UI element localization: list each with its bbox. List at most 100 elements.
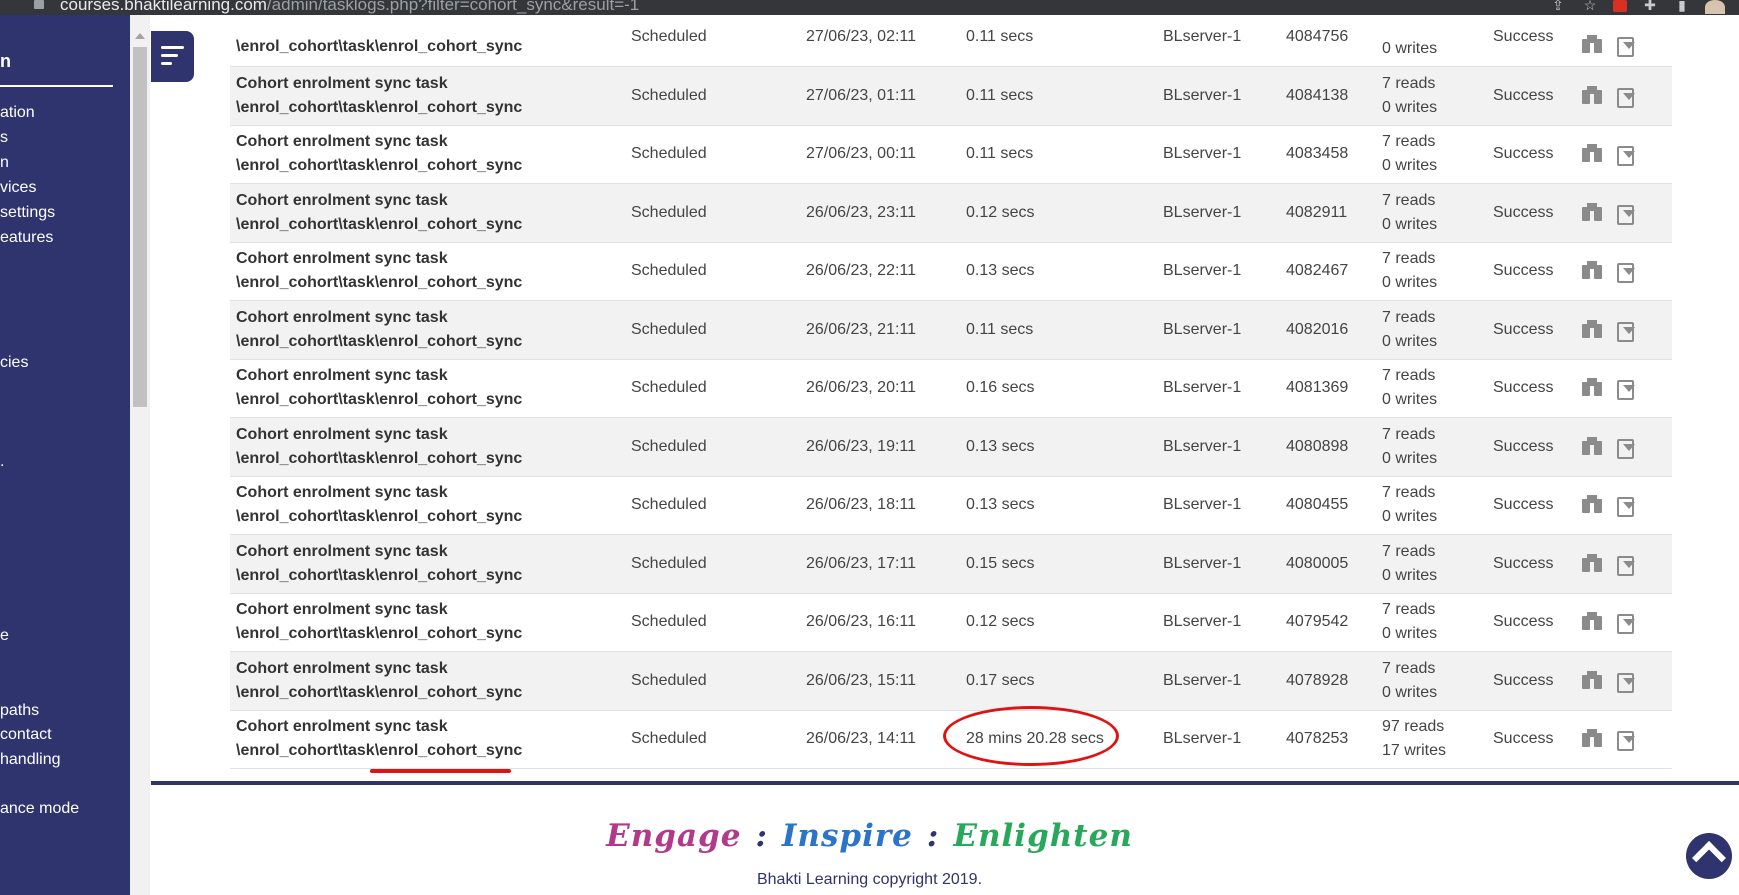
task-db-cell: 7 reads 0 writes — [1382, 481, 1437, 529]
task-time: 26/06/23, 16:11 — [806, 613, 917, 631]
task-type: Scheduled — [631, 379, 707, 397]
task-pid: 4082467 — [1286, 262, 1349, 280]
nav-item-maintenance-mode[interactable]: ance mode — [0, 800, 79, 818]
nav-item-features[interactable]: eatures — [0, 229, 53, 247]
task-db-cell: 7 reads 0 writes — [1382, 540, 1437, 588]
nav-item-policies[interactable]: cies — [0, 354, 28, 372]
task-db-cell: 97 reads 17 writes — [1382, 715, 1446, 763]
menu-icon — [161, 46, 184, 49]
view-log-icon[interactable] — [1582, 670, 1602, 689]
drawer-toggle-button[interactable] — [151, 31, 194, 82]
download-log-icon[interactable] — [1614, 261, 1635, 284]
table-row: Cohort enrolment sync task \enrol_cohort\… — [230, 594, 1672, 652]
download-log-icon[interactable] — [1614, 671, 1635, 693]
view-log-icon[interactable] — [1582, 495, 1602, 514]
task-duration: 0.13 secs — [966, 496, 1035, 514]
view-log-icon[interactable] — [1582, 261, 1602, 280]
download-log-icon[interactable] — [1614, 612, 1635, 635]
row-actions — [1582, 261, 1635, 284]
task-classname: \enrol_cohort\task\enrol_cohort_sync — [236, 449, 523, 467]
tagline-engage: Engage — [606, 818, 742, 854]
task-writes: 17 writes — [1382, 742, 1447, 760]
download-log-icon[interactable] — [1614, 86, 1635, 108]
nav-item-users[interactable]: s — [0, 129, 8, 147]
nav-item-contact[interactable]: contact — [0, 726, 52, 744]
nav-item-notifications[interactable]: ation — [0, 104, 35, 122]
nav-item-e[interactable]: e — [0, 627, 9, 645]
download-log-icon[interactable] — [1614, 144, 1635, 167]
nav-item-paths[interactable]: paths — [0, 702, 39, 720]
scroll-up-arrow[interactable] — [135, 33, 145, 39]
view-log-icon[interactable] — [1582, 202, 1602, 221]
task-name-cell: Cohort enrolment sync task \enrol_cohort\… — [236, 130, 522, 178]
view-log-icon[interactable] — [1582, 553, 1602, 572]
view-log-icon[interactable] — [1582, 85, 1602, 104]
task-result: Success — [1493, 613, 1554, 631]
annotation-underline — [370, 769, 511, 773]
task-writes: 0 writes — [1382, 98, 1438, 116]
lock-icon — [34, 0, 44, 9]
task-pid: 4082016 — [1286, 320, 1349, 338]
download-log-icon[interactable] — [1614, 203, 1635, 225]
row-actions — [1582, 612, 1635, 635]
view-log-icon[interactable] — [1582, 729, 1602, 748]
task-reads: 7 reads — [1382, 659, 1436, 677]
task-host: BLserver-1 — [1163, 496, 1242, 514]
view-log-icon[interactable] — [1582, 35, 1602, 53]
share-icon[interactable]: ⇪ — [1549, 0, 1567, 12]
row-actions — [1582, 378, 1635, 401]
task-reads: 7 reads — [1382, 74, 1436, 92]
download-log-icon[interactable] — [1614, 495, 1635, 518]
task-name: Cohort enrolment sync task — [236, 74, 448, 92]
task-pid: 4080898 — [1286, 437, 1349, 455]
view-log-icon[interactable] — [1582, 436, 1602, 455]
task-name-cell: Cohort enrolment sync task \enrol_cohort\… — [236, 657, 522, 705]
task-duration: 0.11 secs — [966, 145, 1034, 163]
download-log-icon[interactable] — [1614, 437, 1635, 459]
row-actions — [1582, 670, 1635, 693]
extension-shield-icon[interactable] — [1613, 0, 1627, 12]
task-classname: \enrol_cohort\task\enrol_cohort_sync — [236, 625, 523, 643]
view-log-icon[interactable] — [1582, 144, 1602, 163]
task-classname: \enrol_cohort\task\enrol_cohort_sync — [236, 742, 523, 760]
view-log-icon[interactable] — [1582, 612, 1602, 631]
download-log-icon[interactable] — [1614, 554, 1635, 576]
task-time: 27/06/23, 00:11 — [806, 145, 917, 163]
sidebar-scrollbar[interactable] — [130, 15, 150, 895]
nav-item-handling[interactable]: handling — [0, 751, 61, 769]
view-log-icon[interactable] — [1582, 319, 1602, 338]
task-duration: 0.16 secs — [966, 379, 1035, 397]
download-log-icon[interactable] — [1614, 320, 1635, 342]
nav-item-admin[interactable]: n — [0, 154, 9, 172]
task-pid: 4078253 — [1286, 730, 1349, 748]
task-type: Scheduled — [631, 320, 707, 338]
task-reads: 7 reads — [1382, 425, 1436, 443]
address-bar[interactable]: courses.bhaktilearning.com/admin/tasklog… — [60, 0, 639, 15]
star-icon[interactable]: ☆ — [1581, 0, 1599, 12]
nav-item-misc[interactable]: . — [0, 453, 4, 471]
puzzle-icon[interactable]: ✚ — [1641, 0, 1659, 12]
back-to-top-button[interactable] — [1686, 833, 1732, 879]
task-pid: 4084138 — [1286, 86, 1349, 104]
row-actions — [1582, 436, 1635, 459]
task-host: BLserver-1 — [1163, 28, 1242, 45]
nav-item-settings[interactable]: settings — [0, 204, 55, 222]
menu-icon-line — [161, 54, 178, 57]
task-writes: 0 writes — [1382, 157, 1438, 175]
scrollbar-thumb[interactable] — [133, 47, 147, 407]
profile-avatar[interactable] — [1705, 0, 1725, 14]
view-log-icon[interactable] — [1582, 378, 1602, 397]
nav-item-services[interactable]: vices — [0, 179, 36, 197]
download-log-icon[interactable] — [1614, 378, 1635, 401]
task-result: Success — [1493, 203, 1554, 221]
task-type: Scheduled — [631, 28, 707, 45]
download-log-icon[interactable] — [1614, 35, 1635, 57]
task-result: Success — [1493, 320, 1554, 338]
task-time: 26/06/23, 23:11 — [806, 203, 917, 221]
download-log-icon[interactable] — [1614, 729, 1635, 752]
task-name: Cohort enrolment sync task — [236, 133, 448, 151]
sidepanel-icon[interactable]: ▮ — [1673, 0, 1691, 12]
task-type: Scheduled — [631, 730, 707, 748]
task-duration: 0.13 secs — [966, 262, 1035, 280]
task-classname: \enrol_cohort\task\enrol_cohort_sync — [236, 38, 523, 55]
